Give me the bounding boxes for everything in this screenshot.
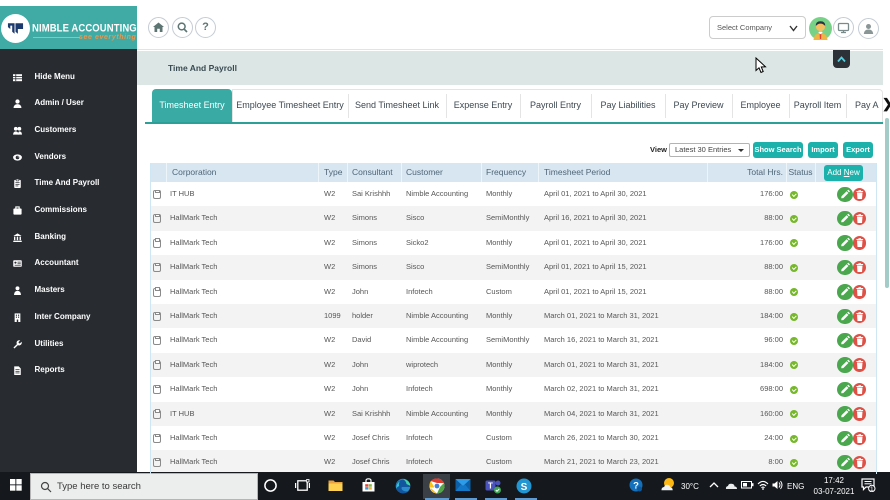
svg-text:S: S [521, 482, 528, 493]
svg-text:T: T [488, 482, 493, 491]
svg-text:1: 1 [870, 486, 874, 492]
